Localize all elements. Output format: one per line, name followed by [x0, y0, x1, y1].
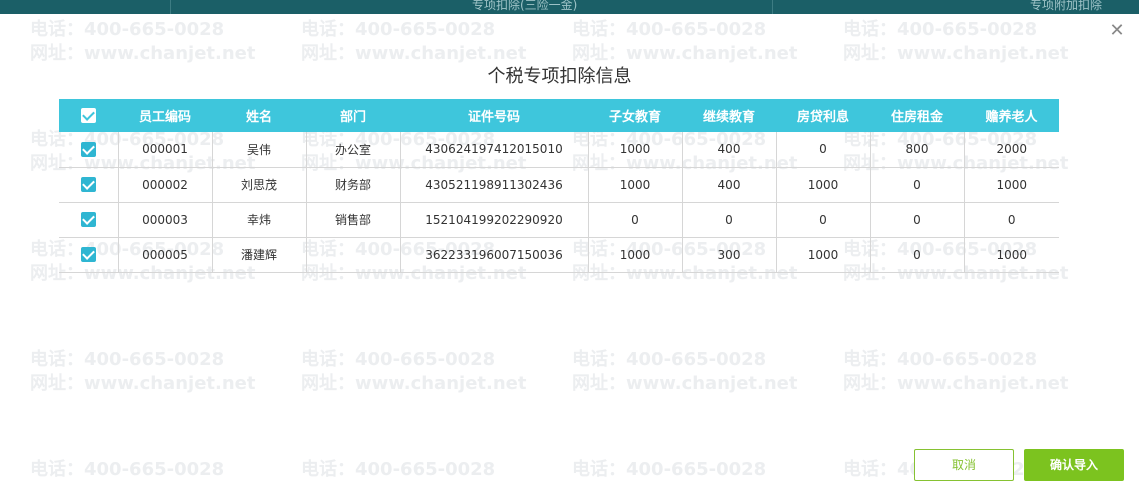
id-number-cell: 430521198911302436: [400, 167, 589, 203]
continuing-education-cell: 400: [682, 132, 777, 168]
checkbox-icon[interactable]: [81, 108, 96, 123]
employee-code-cell: 000001: [118, 132, 213, 168]
employee-code-cell: 000002: [118, 167, 213, 203]
continuing-education-cell: 300: [682, 237, 777, 273]
row-checkbox[interactable]: [59, 202, 119, 238]
column-header: 员工编码: [118, 99, 212, 132]
watermark: 电话：400-665-0028: [301, 459, 496, 480]
table-row: 000001 吴伟 办公室 430624197412015010 1000 40…: [59, 132, 1059, 168]
close-icon[interactable]: ✕: [1109, 22, 1125, 40]
employee-name-cell: 潘建辉: [212, 237, 307, 273]
housing-rent-cell: 0: [870, 167, 965, 203]
continuing-education-cell: 0: [682, 202, 777, 238]
watermark: 电话：400-665-0028 网址：www.chanjet.net: [30, 349, 256, 394]
child-education-cell: 0: [588, 202, 683, 238]
background-header: 专项扣除(三险一金) 专项附加扣除: [0, 0, 1139, 14]
column-header: 子女教育: [588, 99, 682, 132]
checkbox-icon[interactable]: [80, 247, 96, 262]
column-header: 部门: [306, 99, 400, 132]
employee-name-cell: 幸炜: [212, 202, 307, 238]
watermark: 电话：400-665-0028 网址：www.chanjet.net: [843, 349, 1069, 394]
watermark: 电话：400-665-0028: [30, 459, 225, 480]
id-number-cell: 430624197412015010: [400, 132, 589, 168]
import-dialog: 电话：400-665-0028 网址：www.chanjet.net 电话：400…: [0, 14, 1139, 491]
housing-rent-cell: 0: [870, 237, 965, 273]
id-number-cell: 152104199202290920: [400, 202, 589, 238]
column-header: 姓名: [212, 99, 306, 132]
elderly-support-cell: 2000: [964, 132, 1059, 168]
row-checkbox[interactable]: [59, 237, 119, 273]
department-cell: 财务部: [306, 167, 401, 203]
watermark: 电话：400-665-0028 网址：www.chanjet.net: [301, 349, 527, 394]
department-cell: [306, 237, 401, 273]
department-cell: 办公室: [306, 132, 401, 168]
continuing-education-cell: 400: [682, 167, 777, 203]
watermark: 电话：400-665-0028 网址：www.chanjet.net: [30, 19, 256, 64]
row-checkbox[interactable]: [59, 132, 119, 168]
employee-code-cell: 000003: [118, 202, 213, 238]
checkbox-icon[interactable]: [80, 212, 96, 227]
child-education-cell: 1000: [588, 167, 683, 203]
background-header-cell: 专项扣除(三险一金): [472, 0, 578, 12]
watermark: 电话：400-665-0028: [572, 459, 767, 480]
housing-rent-cell: 0: [870, 202, 965, 238]
loan-interest-cell: 1000: [776, 237, 871, 273]
table-row: 000005 潘建辉 362233196007150036 1000 300 1…: [59, 237, 1059, 273]
column-header: 赡养老人: [964, 99, 1059, 132]
loan-interest-cell: 0: [776, 202, 871, 238]
elderly-support-cell: 1000: [964, 167, 1059, 203]
housing-rent-cell: 800: [870, 132, 965, 168]
department-cell: 销售部: [306, 202, 401, 238]
background-divider: [170, 0, 171, 14]
elderly-support-cell: 1000: [964, 237, 1059, 273]
employee-name-cell: 吴伟: [212, 132, 307, 168]
column-header: 房贷利息: [776, 99, 870, 132]
checkbox-icon[interactable]: [80, 141, 96, 157]
watermark: 电话：400-665-0028 网址：www.chanjet.net: [572, 19, 798, 64]
id-number-cell: 362233196007150036: [400, 237, 589, 273]
loan-interest-cell: 1000: [776, 167, 871, 203]
checkbox-icon[interactable]: [80, 177, 96, 192]
column-header: 住房租金: [870, 99, 964, 132]
deduction-table: 员工编码 姓名 部门 证件号码 子女教育 继续教育 房贷利息 住房租金 赡养老人…: [59, 99, 1059, 273]
cancel-button[interactable]: 取消: [914, 449, 1014, 481]
column-header: 继续教育: [682, 99, 776, 132]
table-row: 000002 刘思茂 财务部 430521198911302436 1000 4…: [59, 167, 1059, 203]
loan-interest-cell: 0: [776, 132, 871, 168]
table-row: 000003 幸炜 销售部 152104199202290920 0 0 0 0…: [59, 202, 1059, 238]
dialog-title: 个税专项扣除信息: [487, 66, 632, 87]
confirm-import-button[interactable]: 确认导入: [1024, 449, 1124, 481]
elderly-support-cell: 0: [964, 202, 1059, 238]
watermark: 电话：400-665-0028 网址：www.chanjet.net: [572, 349, 798, 394]
child-education-cell: 1000: [588, 237, 683, 273]
table-header-row: 员工编码 姓名 部门 证件号码 子女教育 继续教育 房贷利息 住房租金 赡养老人: [59, 99, 1059, 132]
background-header-cell: 专项附加扣除: [1030, 0, 1103, 12]
row-checkbox[interactable]: [59, 167, 119, 203]
select-all-checkbox[interactable]: [59, 99, 118, 132]
watermark: 电话：400-665-0028 网址：www.chanjet.net: [301, 19, 527, 64]
column-header: 证件号码: [400, 99, 588, 132]
watermark: 电话：400-665-0028 网址：www.chanjet.net: [843, 19, 1069, 64]
employee-code-cell: 000005: [118, 237, 213, 273]
child-education-cell: 1000: [588, 132, 683, 168]
background-divider: [772, 0, 773, 14]
employee-name-cell: 刘思茂: [212, 167, 307, 203]
